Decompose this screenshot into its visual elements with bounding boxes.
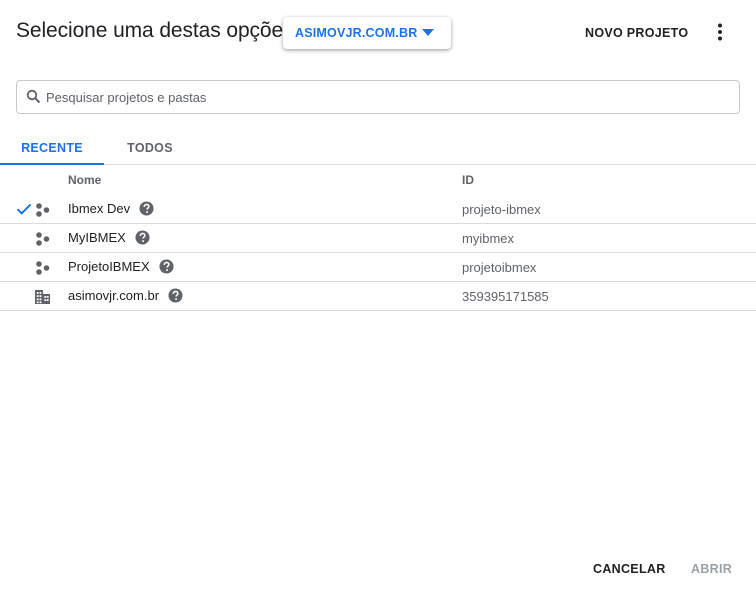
table-row[interactable]: Ibmex Dev projeto-ibmex (0, 195, 756, 224)
open-button[interactable]: ABRIR (691, 562, 732, 576)
organization-dropdown[interactable]: ASIMOVJR.COM.BR (283, 17, 451, 49)
project-icon (36, 261, 50, 275)
project-icon (36, 232, 50, 246)
more-vert-icon[interactable] (712, 22, 728, 42)
project-icon (36, 203, 50, 217)
row-id: projeto-ibmex (462, 202, 541, 217)
row-name: Ibmex Dev (68, 201, 131, 216)
help-icon[interactable] (135, 230, 150, 245)
row-id: projetoibmex (462, 260, 537, 275)
caret-down-icon (422, 29, 434, 36)
cancel-button[interactable]: CANCELAR (593, 562, 666, 576)
column-header-id: ID (462, 173, 474, 187)
dialog-title: Selecione uma destas opções (16, 19, 294, 42)
table-header: Nome ID (0, 165, 756, 195)
row-name: ProjetoIBMEX (68, 259, 150, 274)
column-header-name: Nome (68, 173, 102, 187)
search-box (16, 80, 740, 114)
row-name: asimovjr.com.br (68, 288, 160, 303)
table-row[interactable]: asimovjr.com.br 359395171585 (0, 282, 756, 311)
row-name: MyIBMEX (68, 230, 126, 245)
row-id: myibmex (462, 231, 515, 246)
tab-all[interactable]: TODOS (104, 132, 196, 164)
organization-icon (35, 290, 50, 304)
row-id: 359395171585 (462, 289, 549, 304)
table-row[interactable]: ProjetoIBMEX projetoibmex (0, 253, 756, 282)
help-icon[interactable] (168, 288, 183, 303)
search-input[interactable] (46, 81, 726, 113)
table-row[interactable]: MyIBMEX myibmex (0, 224, 756, 253)
tab-bar: RECENTE TODOS (0, 132, 756, 165)
tab-recent[interactable]: RECENTE (0, 132, 104, 165)
search-icon (26, 89, 41, 104)
organization-label: ASIMOVJR.COM.BR (295, 26, 418, 40)
checkmark-icon (16, 203, 32, 215)
help-icon[interactable] (139, 201, 154, 216)
help-icon[interactable] (159, 259, 174, 274)
new-project-button[interactable]: NOVO PROJETO (585, 26, 688, 40)
